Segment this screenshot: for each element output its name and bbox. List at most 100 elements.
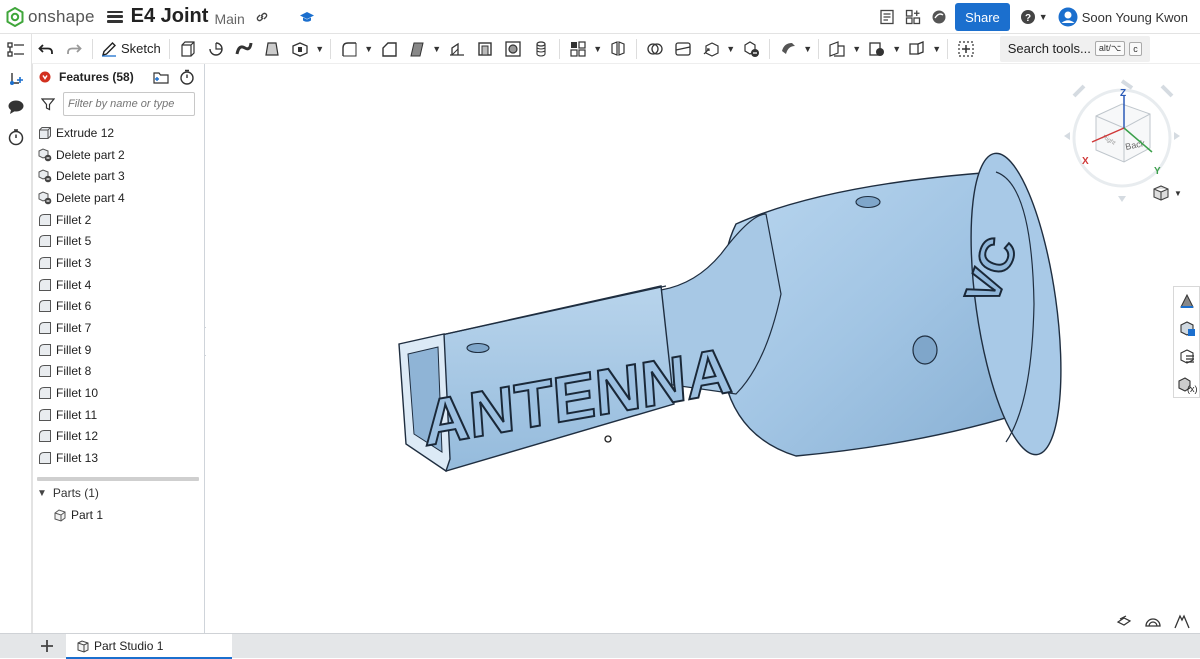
feature-item-delete-part-3[interactable]: Delete part 3 (33, 165, 205, 187)
chevron-down-icon[interactable]: ▼ (592, 35, 604, 63)
fillet-icon[interactable] (335, 35, 363, 63)
feature-item-extrude-12[interactable]: Extrude 12 (33, 122, 205, 144)
part-label: Part 1 (71, 508, 104, 522)
pattern-icon[interactable] (564, 35, 592, 63)
revolve-icon[interactable] (202, 35, 230, 63)
workspace-name[interactable]: Main (214, 11, 244, 27)
sketch-label: Sketch (121, 41, 161, 56)
feature-item-fillet-13[interactable]: Fillet 13 (33, 447, 205, 469)
sweep-icon[interactable] (230, 35, 258, 63)
part-item-part-1[interactable]: Part 1 (53, 506, 103, 524)
pencil-icon (101, 41, 116, 57)
configurations-icon[interactable] (1174, 315, 1199, 343)
thicken-icon[interactable] (286, 35, 314, 63)
parts-section-header[interactable]: ▼ Parts (1) (37, 485, 99, 501)
extrude-icon[interactable] (174, 35, 202, 63)
fillet-icon (39, 322, 51, 335)
view-options-icon[interactable]: ▼ (1152, 184, 1182, 202)
section-view-icon[interactable] (1116, 614, 1132, 633)
feature-item-fillet-9[interactable]: Fillet 9 (33, 339, 205, 361)
feature-list-icon[interactable] (6, 40, 26, 60)
feature-item-fillet-12[interactable]: Fillet 12 (33, 426, 205, 448)
sheet-metal-icon[interactable] (903, 35, 931, 63)
onshape-logo[interactable]: onshape (0, 0, 95, 34)
document-title[interactable]: E4 Joint (131, 5, 209, 28)
feature-item-fillet-6[interactable]: Fillet 6 (33, 296, 205, 318)
fillet-icon (39, 365, 51, 378)
feature-item-fillet-5[interactable]: Fillet 5 (33, 230, 205, 252)
app-store-icon[interactable] (905, 9, 921, 25)
chevron-down-icon[interactable]: ▼ (431, 35, 443, 63)
render-studio-icon[interactable] (931, 9, 947, 25)
feature-item-fillet-3[interactable]: Fillet 3 (33, 252, 205, 274)
feature-item-fillet-8[interactable]: Fillet 8 (33, 361, 205, 383)
modify-fillet-icon[interactable] (774, 35, 802, 63)
filter-icon[interactable] (41, 97, 55, 111)
bill-of-materials-icon[interactable] (879, 9, 895, 25)
loft-icon[interactable] (258, 35, 286, 63)
feature-item-fillet-2[interactable]: Fillet 2 (33, 209, 205, 231)
variables-icon[interactable] (1174, 343, 1199, 371)
chamfer-icon[interactable] (375, 35, 403, 63)
plane-icon[interactable] (823, 35, 851, 63)
thread-icon[interactable] (527, 35, 555, 63)
appearance-icon[interactable] (1174, 287, 1199, 315)
shortcut-modifier: alt/⌥ (1094, 41, 1126, 56)
avatar[interactable] (1058, 7, 1078, 27)
mate-connector-icon[interactable] (863, 35, 891, 63)
feature-item-delete-part-2[interactable]: Delete part 2 (33, 144, 205, 166)
chevron-down-icon[interactable]: ▼ (891, 35, 903, 63)
sketch-button[interactable]: Sketch (97, 35, 165, 63)
comments-icon[interactable] (6, 97, 26, 117)
rollback-timer-icon[interactable] (179, 69, 195, 85)
add-tab-icon[interactable] (39, 638, 55, 659)
feature-item-fillet-7[interactable]: Fillet 7 (33, 317, 205, 339)
error-icon[interactable] (39, 71, 51, 83)
chevron-down-icon[interactable]: ▼ (363, 35, 375, 63)
new-folder-icon[interactable] (153, 70, 169, 84)
delete-part-icon[interactable] (737, 35, 765, 63)
help-icon[interactable]: ? (1020, 9, 1036, 25)
feature-label: Delete part 4 (56, 190, 125, 205)
chevron-down-icon[interactable]: ▼ (931, 35, 943, 63)
custom-features-icon[interactable]: (x) (1174, 371, 1199, 399)
3d-model[interactable]: ANTENNA VC (206, 64, 1200, 633)
chevron-down-icon[interactable]: ▼ (802, 35, 814, 63)
feature-item-fillet-11[interactable]: Fillet 11 (33, 404, 205, 426)
tab-part-studio-1[interactable]: Part Studio 1 (66, 634, 232, 659)
graphics-area[interactable]: ANTENNA VC Back Right Z X Y ▼ (206, 64, 1200, 633)
hole-icon[interactable] (499, 35, 527, 63)
share-button[interactable]: Share (955, 3, 1010, 31)
menu-icon[interactable] (106, 10, 123, 23)
rib-icon[interactable] (443, 35, 471, 63)
delete-part-icon (38, 169, 52, 183)
feature-item-fillet-4[interactable]: Fillet 4 (33, 274, 205, 296)
chevron-down-icon[interactable]: ▼ (725, 35, 737, 63)
feature-item-fillet-10[interactable]: Fillet 10 (33, 382, 205, 404)
delete-part-icon (38, 191, 52, 205)
version-history-icon[interactable] (6, 127, 26, 147)
shell-icon[interactable] (471, 35, 499, 63)
rollback-bar[interactable] (37, 477, 199, 481)
mirror-icon[interactable] (604, 35, 632, 63)
split-icon[interactable] (669, 35, 697, 63)
undo-icon[interactable] (32, 35, 60, 63)
insert-part-icon[interactable] (6, 70, 26, 90)
user-name[interactable]: Soon Young Kwon (1082, 10, 1188, 25)
learning-center-icon[interactable] (299, 10, 315, 24)
chevron-down-icon[interactable]: ▼ (851, 35, 863, 63)
add-custom-feature-icon[interactable] (952, 35, 980, 63)
filter-input[interactable] (63, 92, 195, 116)
feature-item-delete-part-4[interactable]: Delete part 4 (33, 187, 205, 209)
chevron-down-icon[interactable]: ▼ (314, 35, 326, 63)
mass-properties-icon[interactable] (1174, 613, 1190, 634)
search-tools-button[interactable]: Search tools... alt/⌥ c (999, 35, 1150, 62)
help-chevron-down-icon[interactable]: ▼ (1039, 12, 1048, 22)
right-tool-palette: (x) (1173, 286, 1200, 398)
redo-icon[interactable] (60, 35, 88, 63)
link-icon[interactable] (255, 10, 269, 24)
draft-icon[interactable] (403, 35, 431, 63)
measure-icon[interactable] (1144, 614, 1162, 633)
boolean-icon[interactable] (641, 35, 669, 63)
transform-icon[interactable] (697, 35, 725, 63)
